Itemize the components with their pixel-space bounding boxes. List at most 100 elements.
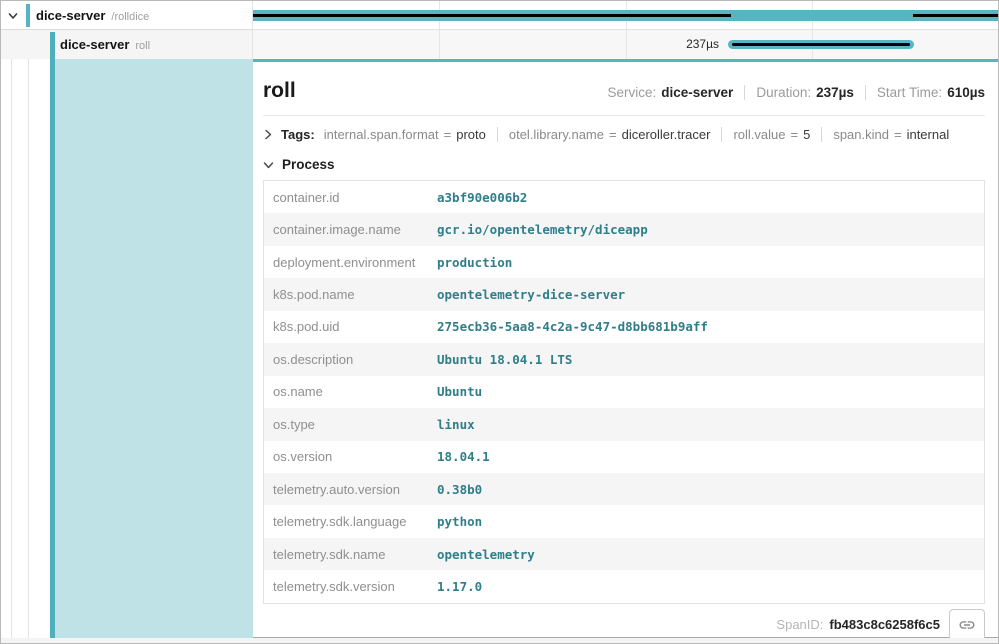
span-bar-rolldice[interactable] bbox=[253, 10, 998, 21]
meta-start-time: Start Time: 610µs bbox=[877, 85, 985, 100]
kv-key: os.description bbox=[264, 352, 437, 367]
tree-indent-guide bbox=[28, 59, 29, 638]
kv-key: container.image.name bbox=[264, 222, 437, 237]
timeline-empty-area bbox=[1, 638, 998, 644]
kv-key: k8s.pod.name bbox=[264, 287, 437, 302]
table-row: telemetry.auto.version0.38b0 bbox=[264, 473, 984, 505]
tag-value: 5 bbox=[803, 127, 810, 142]
meta-value: dice-server bbox=[661, 85, 733, 100]
tag-key: internal.span.format bbox=[324, 127, 439, 142]
span-bar-core bbox=[732, 43, 910, 46]
tag-equals: = bbox=[444, 127, 452, 142]
span-detail-panel: roll Service: dice-server Duration: 237µ… bbox=[253, 59, 999, 638]
link-icon bbox=[958, 616, 976, 634]
chevron-down-icon bbox=[263, 160, 274, 170]
chevron-right-icon bbox=[263, 129, 273, 140]
tag-item: otel.library.name = diceroller.tracer bbox=[509, 127, 711, 142]
table-row: telemetry.sdk.languagepython bbox=[264, 505, 984, 537]
kv-value: python bbox=[437, 514, 482, 529]
span-row-roll[interactable]: dice-serverroll 237µs bbox=[1, 30, 998, 59]
tree-indent-guide bbox=[11, 59, 12, 638]
kv-key: os.version bbox=[264, 449, 437, 464]
kv-key: os.type bbox=[264, 417, 437, 432]
tags-accordion[interactable]: Tags: internal.span.format = proto otel.… bbox=[263, 127, 985, 142]
span-service-text: dice-server bbox=[60, 37, 129, 52]
kv-key: k8s.pod.uid bbox=[264, 319, 437, 334]
span-name-cell-roll[interactable]: dice-serverroll bbox=[1, 30, 253, 59]
child-span-marker bbox=[913, 14, 998, 17]
table-row: k8s.pod.uid275ecb36-5aa8-4c2a-9c47-d8bb6… bbox=[264, 311, 984, 343]
tag-key: roll.value bbox=[733, 127, 785, 142]
kv-value: linux bbox=[437, 417, 475, 432]
kv-key: os.name bbox=[264, 384, 437, 399]
span-service-name: dice-serverroll bbox=[60, 30, 150, 61]
kv-value: opentelemetry-dice-server bbox=[437, 287, 625, 302]
kv-value: Ubuntu bbox=[437, 384, 482, 399]
span-row-rolldice[interactable]: dice-server/rolldice bbox=[1, 1, 998, 30]
spanid-label: SpanID: bbox=[776, 617, 823, 632]
kv-value: gcr.io/opentelemetry/diceapp bbox=[437, 222, 648, 237]
kv-value: 275ecb36-5aa8-4c2a-9c47-d8bb681b9aff bbox=[437, 319, 708, 334]
tag-item: internal.span.format = proto bbox=[324, 127, 486, 142]
tag-separator bbox=[821, 127, 822, 142]
meta-value: 610µs bbox=[947, 85, 985, 100]
spanid-value: fb483c8c6258f6c5 bbox=[829, 617, 940, 632]
detail-footer: SpanID: fb483c8c6258f6c5 bbox=[263, 609, 985, 641]
table-row: deployment.environmentproduction bbox=[264, 246, 984, 278]
table-row: container.image.namegcr.io/opentelemetry… bbox=[264, 213, 984, 245]
jaeger-trace-detail-window: dice-server/rolldice dice-serverroll 237… bbox=[0, 0, 999, 644]
table-row: os.nameUbuntu bbox=[264, 376, 984, 408]
timeline-gridline bbox=[439, 30, 440, 59]
meta-label: Start Time: bbox=[877, 85, 942, 100]
tag-separator bbox=[721, 127, 722, 142]
process-accordion[interactable]: Process bbox=[263, 157, 985, 172]
collapse-chevron-down-icon[interactable] bbox=[7, 10, 19, 22]
table-row: os.typelinux bbox=[264, 408, 984, 440]
header-divider bbox=[263, 115, 985, 116]
kv-key: telemetry.sdk.name bbox=[264, 547, 437, 562]
meta-label: Duration: bbox=[756, 85, 811, 100]
table-row: os.descriptionUbuntu 18.04.1 LTS bbox=[264, 343, 984, 375]
timeline-row-roll: 237µs bbox=[253, 30, 998, 59]
child-span-marker bbox=[253, 14, 731, 17]
kv-key: telemetry.sdk.language bbox=[264, 514, 437, 529]
timeline-row-rolldice bbox=[253, 1, 998, 30]
span-operation-name: /rolldice bbox=[111, 11, 149, 23]
span-color-tick bbox=[26, 4, 30, 27]
tags-label: Tags: bbox=[281, 127, 315, 142]
kv-value: 18.04.1 bbox=[437, 449, 490, 464]
tag-value: proto bbox=[456, 127, 486, 142]
kv-key: telemetry.auto.version bbox=[264, 482, 437, 497]
tag-item: roll.value = 5 bbox=[733, 127, 810, 142]
meta-separator bbox=[865, 85, 866, 100]
tag-equals: = bbox=[894, 127, 902, 142]
span-duration-label: 237µs bbox=[503, 30, 719, 59]
table-row: os.version18.04.1 bbox=[264, 441, 984, 473]
kv-value: 1.17.0 bbox=[437, 579, 482, 594]
span-service-name: dice-server/rolldice bbox=[36, 1, 149, 32]
span-meta: Service: dice-server Duration: 237µs Sta… bbox=[607, 85, 985, 100]
tag-item: span.kind = internal bbox=[833, 127, 949, 142]
kv-value: 0.38b0 bbox=[437, 482, 482, 497]
span-name-cell-rolldice[interactable]: dice-server/rolldice bbox=[1, 1, 253, 30]
tag-separator bbox=[497, 127, 498, 142]
tag-value: internal bbox=[907, 127, 950, 142]
process-kv-table: container.ida3bf90e006b2 container.image… bbox=[263, 180, 985, 604]
meta-service: Service: dice-server bbox=[607, 85, 733, 100]
span-bar-roll[interactable] bbox=[728, 40, 914, 49]
kv-key: telemetry.sdk.version bbox=[264, 579, 437, 594]
meta-duration: Duration: 237µs bbox=[756, 85, 854, 100]
table-row: k8s.pod.nameopentelemetry-dice-server bbox=[264, 278, 984, 310]
kv-value: opentelemetry bbox=[437, 547, 535, 562]
tag-value: diceroller.tracer bbox=[622, 127, 711, 142]
kv-value: a3bf90e006b2 bbox=[437, 190, 527, 205]
copy-link-button[interactable] bbox=[949, 609, 985, 641]
kv-value: Ubuntu 18.04.1 LTS bbox=[437, 352, 572, 367]
table-row: telemetry.sdk.version1.17.0 bbox=[264, 570, 984, 602]
tag-equals: = bbox=[791, 127, 799, 142]
span-title: roll bbox=[263, 79, 296, 103]
meta-label: Service: bbox=[607, 85, 656, 100]
tag-equals: = bbox=[609, 127, 617, 142]
detail-header: roll Service: dice-server Duration: 237µ… bbox=[263, 79, 985, 103]
process-label: Process bbox=[282, 157, 335, 172]
